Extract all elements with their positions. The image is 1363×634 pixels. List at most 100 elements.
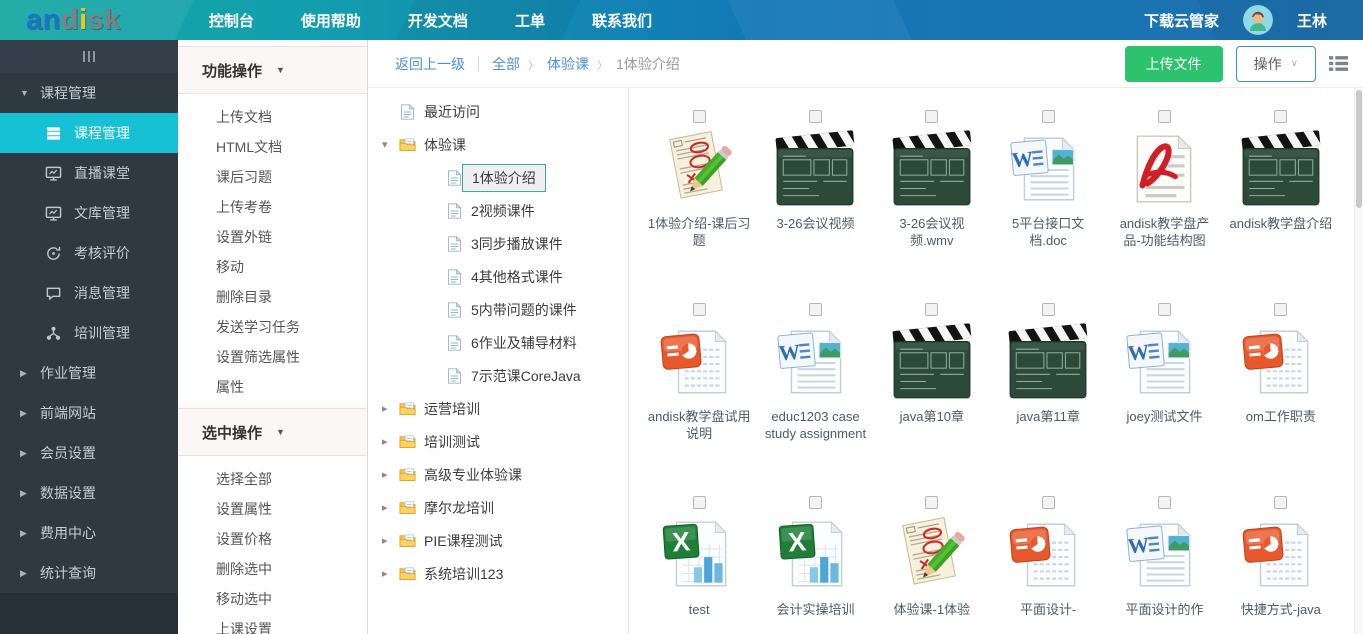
file-checkbox[interactable] xyxy=(693,496,706,509)
topnav-menu-item[interactable]: 控制台 xyxy=(209,10,254,31)
file-checkbox[interactable] xyxy=(809,303,822,316)
action-dropdown-button[interactable]: 操作 ∨ xyxy=(1236,46,1316,82)
file-card[interactable]: andisk教学盘试用说明 xyxy=(644,303,754,496)
file-checkbox[interactable] xyxy=(1274,303,1287,316)
tree-expand-arrow-icon[interactable] xyxy=(382,468,399,481)
operations-panel-item[interactable]: HTML文档 ▼ xyxy=(178,132,367,162)
tree-item[interactable]: 最近访问 xyxy=(368,95,628,128)
tree-expand-arrow-icon[interactable] xyxy=(382,501,399,514)
operations-panel-item[interactable]: 属性 ▼ xyxy=(178,372,367,402)
tree-expand-arrow-icon[interactable] xyxy=(382,435,399,448)
sidebar-menu-item[interactable]: 作业管理 xyxy=(0,353,178,393)
app-logo[interactable]: andisk xyxy=(26,6,121,35)
username-label[interactable]: 王林 xyxy=(1297,10,1327,31)
tree-item[interactable]: PIE课程测试 xyxy=(368,524,628,557)
file-card[interactable]: 3-26会议视频.wmv xyxy=(877,110,987,303)
sidebar-menu-item[interactable]: 文库管理 xyxy=(0,193,178,233)
file-card[interactable]: educ1203 case study assignment xyxy=(760,303,870,496)
file-checkbox[interactable] xyxy=(1158,496,1171,509)
file-checkbox[interactable] xyxy=(1274,496,1287,509)
tree-expand-arrow-icon[interactable] xyxy=(382,402,399,415)
sidebar-menu-item[interactable]: 课程管理 xyxy=(0,113,178,153)
tree-item[interactable]: 5内带问题的课件 xyxy=(368,293,628,326)
operations-panel-item[interactable]: 设置属性 ▼ xyxy=(178,494,367,524)
file-card[interactable]: andisk教学盘介绍 xyxy=(1226,110,1336,303)
file-card[interactable]: 快捷方式-java xyxy=(1226,496,1336,634)
file-card[interactable]: 平面设计的作 xyxy=(1109,496,1219,634)
file-card[interactable]: 5平台接口文档.doc xyxy=(993,110,1103,303)
file-checkbox[interactable] xyxy=(809,496,822,509)
tree-item[interactable]: 运营培训 xyxy=(368,392,628,425)
download-cloud-manager-link[interactable]: 下载云管家 xyxy=(1144,10,1219,31)
file-checkbox[interactable] xyxy=(1158,110,1171,123)
sidebar-menu-item[interactable]: 数据设置 xyxy=(0,473,178,513)
sidebar-menu-item[interactable]: 消息管理 xyxy=(0,273,178,313)
user-avatar[interactable] xyxy=(1243,5,1273,35)
file-checkbox[interactable] xyxy=(1042,496,1055,509)
back-to-parent-link[interactable]: 返回上一级 xyxy=(395,54,465,74)
tree-item[interactable]: 1体验介绍 xyxy=(368,161,628,194)
operations-panel-item[interactable]: 删除目录 ▼ xyxy=(178,282,367,312)
operations-panel-item[interactable]: 功能操作 ▼ xyxy=(178,46,367,94)
sidebar-menu-item[interactable]: 会员设置 xyxy=(0,433,178,473)
file-checkbox[interactable] xyxy=(1042,110,1055,123)
operations-panel-item[interactable]: 移动 ▼ xyxy=(178,252,367,282)
list-view-toggle-button[interactable] xyxy=(1329,56,1349,72)
operations-panel-item[interactable]: 移动选中 ▼ xyxy=(178,584,367,614)
operations-panel-item[interactable]: 删除选中 ▼ xyxy=(178,554,367,584)
tree-item[interactable]: 6作业及辅导材料 xyxy=(368,326,628,359)
file-card[interactable]: 会计实操培训 xyxy=(760,496,870,634)
sidebar-collapse-button[interactable] xyxy=(0,40,178,73)
tree-item[interactable]: 7示范课CoreJava xyxy=(368,359,628,392)
file-card[interactable]: 3-26会议视频 xyxy=(760,110,870,303)
operations-panel-item[interactable]: 上传考卷 ▼ xyxy=(178,192,367,222)
sidebar-menu-item[interactable]: 直播课堂 xyxy=(0,153,178,193)
tree-item[interactable]: 培训测试 xyxy=(368,425,628,458)
topnav-menu-item[interactable]: 使用帮助 xyxy=(301,10,361,31)
tree-item[interactable]: 系统培训123 xyxy=(368,557,628,590)
upload-file-button[interactable]: 上传文件 xyxy=(1125,46,1223,82)
file-card[interactable]: 平面设计- xyxy=(993,496,1103,634)
sidebar-menu-item[interactable]: 考核评价 xyxy=(0,233,178,273)
operations-panel-item[interactable]: 设置筛选属性 ▼ xyxy=(178,342,367,372)
operations-panel-item[interactable]: 选中操作 ▼ xyxy=(178,408,367,456)
sidebar-menu-item[interactable]: 统计查询 xyxy=(0,553,178,593)
sidebar-menu-item[interactable]: 费用中心 xyxy=(0,513,178,553)
breadcrumb-item[interactable]: 1体验介绍 xyxy=(589,54,680,74)
tree-item[interactable]: 体验课 xyxy=(368,128,628,161)
file-card[interactable]: test xyxy=(644,496,754,634)
file-card[interactable]: om工作职责 xyxy=(1226,303,1336,496)
file-checkbox[interactable] xyxy=(693,110,706,123)
file-card[interactable]: java第10章 xyxy=(877,303,987,496)
tree-item[interactable]: 摩尔龙培训 xyxy=(368,491,628,524)
tree-item[interactable]: 2视频课件 xyxy=(368,194,628,227)
scrollbar-thumb[interactable] xyxy=(1356,90,1362,208)
breadcrumb-item[interactable]: 体验课 xyxy=(520,54,589,74)
sidebar-menu-item[interactable]: 课程管理 xyxy=(0,73,178,113)
operations-panel-item[interactable]: 发送学习任务 ▼ xyxy=(178,312,367,342)
operations-panel-item[interactable]: 上传文档 ▼ xyxy=(178,94,367,132)
tree-item[interactable]: 4其他格式课件 xyxy=(368,260,628,293)
file-checkbox[interactable] xyxy=(693,303,706,316)
file-card[interactable]: java第11章 xyxy=(993,303,1103,496)
file-checkbox[interactable] xyxy=(1042,303,1055,316)
topnav-menu-item[interactable]: 工单 xyxy=(515,10,545,31)
file-checkbox[interactable] xyxy=(925,110,938,123)
topnav-menu-item[interactable]: 联系我们 xyxy=(592,10,652,31)
file-checkbox[interactable] xyxy=(1274,110,1287,123)
file-checkbox[interactable] xyxy=(809,110,822,123)
tree-item[interactable]: 高级专业体验课 xyxy=(368,458,628,491)
operations-panel-item[interactable]: 上课设置 ▼ xyxy=(178,614,367,634)
tree-expand-arrow-icon[interactable] xyxy=(382,138,399,151)
file-checkbox[interactable] xyxy=(925,303,938,316)
operations-panel-item[interactable]: 设置价格 ▼ xyxy=(178,524,367,554)
operations-panel-item[interactable]: 课后习题 ▼ xyxy=(178,162,367,192)
breadcrumb-item[interactable]: 全部 xyxy=(492,54,520,74)
operations-panel-item[interactable]: 设置外链 ▼ xyxy=(178,222,367,252)
file-card[interactable]: 1体验介绍-课后习题 xyxy=(644,110,754,303)
tree-expand-arrow-icon[interactable] xyxy=(382,534,399,547)
tree-expand-arrow-icon[interactable] xyxy=(382,567,399,580)
operations-panel-item[interactable]: 选择全部 ▼ xyxy=(178,456,367,494)
file-card[interactable]: andisk教学盘产品-功能结构图 xyxy=(1109,110,1219,303)
file-checkbox[interactable] xyxy=(925,496,938,509)
